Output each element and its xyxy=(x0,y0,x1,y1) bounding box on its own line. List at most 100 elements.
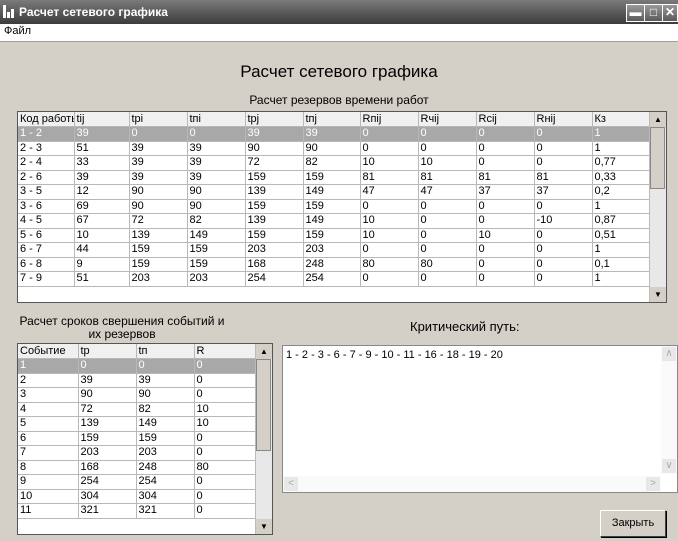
table-cell[interactable]: 0 xyxy=(187,126,246,142)
table-cell[interactable]: 0 xyxy=(194,474,257,490)
table-cell[interactable]: 82 xyxy=(187,213,246,229)
table-cell[interactable]: 1 xyxy=(592,199,651,214)
maximize-button[interactable]: □ xyxy=(644,4,663,22)
table-cell[interactable]: 90 xyxy=(187,199,246,214)
table-cell[interactable]: 44 xyxy=(74,242,130,258)
table-cell[interactable]: 81 xyxy=(534,170,593,185)
table-cell[interactable]: 69 xyxy=(74,199,130,214)
table-cell[interactable]: 149 xyxy=(303,184,361,200)
table-row[interactable]: 3 90 90 0 xyxy=(18,387,257,403)
table-cell[interactable]: 159 xyxy=(187,242,246,258)
table-row[interactable]: 3 - 6 69 90 90 159 159 0 0 0 0 1 xyxy=(18,199,651,214)
events-table[interactable]: Событие tp tп R 1 0 0 0 2 39 39 0 3 90 90 0 4 72 82 10 5 139 1… xyxy=(17,343,273,535)
scroll-right-icon[interactable]: > xyxy=(646,477,660,491)
table-cell[interactable]: 82 xyxy=(303,155,361,171)
table-row[interactable]: 2 - 4 33 39 39 72 82 10 10 0 0 0,77 xyxy=(18,155,651,171)
table-cell[interactable]: 0 xyxy=(534,199,593,214)
table-cell[interactable]: 0 xyxy=(534,126,593,142)
table-cell[interactable]: 203 xyxy=(187,271,246,287)
table-cell[interactable]: 304 xyxy=(136,489,195,504)
table-cell[interactable]: 39 xyxy=(78,373,137,388)
table-cell[interactable]: 159 xyxy=(245,199,304,214)
table-cell[interactable]: 0 xyxy=(418,141,477,156)
scroll-up-icon[interactable]: ▲ xyxy=(256,344,272,359)
table-cell[interactable]: 0,2 xyxy=(592,184,651,200)
column-header[interactable]: tпi xyxy=(187,112,246,127)
table-cell[interactable]: 9 xyxy=(18,474,79,490)
table-cell[interactable]: 10 xyxy=(360,155,419,171)
table-cell[interactable]: 80 xyxy=(418,257,477,272)
table-cell[interactable]: 39 xyxy=(187,155,246,171)
table-cell[interactable]: 248 xyxy=(136,460,195,475)
table-cell[interactable]: 2 - 6 xyxy=(18,170,75,185)
table-cell[interactable]: 0,77 xyxy=(592,155,651,171)
table-cell[interactable]: 6 - 8 xyxy=(18,257,75,272)
table-cell[interactable]: 0 xyxy=(360,271,419,287)
scroll-up-icon[interactable]: ▲ xyxy=(650,112,666,127)
table-cell[interactable]: 80 xyxy=(360,257,419,272)
table-row[interactable]: 6 - 7 44 159 159 203 203 0 0 0 0 1 xyxy=(18,242,651,258)
table-cell[interactable]: 139 xyxy=(78,416,137,432)
table-cell[interactable]: 1 xyxy=(592,242,651,258)
table-cell[interactable]: 248 xyxy=(303,257,361,272)
table-cell[interactable]: 254 xyxy=(136,474,195,490)
column-header[interactable]: Код работы xyxy=(18,112,75,127)
table-cell[interactable]: 47 xyxy=(418,184,477,200)
close-button[interactable]: Закрыть xyxy=(600,510,666,537)
column-header[interactable]: Rcij xyxy=(476,112,535,127)
table-row[interactable]: 4 72 82 10 xyxy=(18,402,257,417)
table-cell[interactable]: 0 xyxy=(476,271,535,287)
table-cell[interactable]: 4 xyxy=(18,402,79,417)
table-cell[interactable]: 0 xyxy=(534,228,593,243)
table-cell[interactable]: 0 xyxy=(136,358,195,374)
table-cell[interactable]: 90 xyxy=(129,184,188,200)
table-cell[interactable]: 203 xyxy=(136,445,195,461)
table-cell[interactable]: 2 - 3 xyxy=(18,141,75,156)
column-header[interactable]: Кз xyxy=(592,112,651,127)
table-cell[interactable]: 39 xyxy=(129,170,188,185)
table-cell[interactable]: 159 xyxy=(245,228,304,243)
table-cell[interactable]: 0 xyxy=(360,199,419,214)
table-cell[interactable]: 39 xyxy=(187,141,246,156)
table-row[interactable]: 6 - 8 9 159 159 168 248 80 80 0 0 0,1 xyxy=(18,257,651,272)
table-cell[interactable]: 37 xyxy=(534,184,593,200)
table-row[interactable]: 1 - 2 39 0 0 39 39 0 0 0 0 1 xyxy=(18,126,651,142)
table-cell[interactable]: 0,51 xyxy=(592,228,651,243)
table-cell[interactable]: 254 xyxy=(245,271,304,287)
table-cell[interactable]: 0 xyxy=(194,445,257,461)
column-header[interactable]: tпj xyxy=(303,112,361,127)
table-cell[interactable]: 39 xyxy=(74,126,130,142)
scroll-up-icon[interactable]: ∧ xyxy=(662,347,676,361)
table-row[interactable]: 6 159 159 0 xyxy=(18,431,257,446)
table-cell[interactable]: 47 xyxy=(360,184,419,200)
table-cell[interactable]: 159 xyxy=(303,199,361,214)
table-cell[interactable]: 203 xyxy=(303,242,361,258)
table-cell[interactable]: 0 xyxy=(194,358,257,374)
table-cell[interactable]: 159 xyxy=(245,170,304,185)
table-cell[interactable]: 90 xyxy=(245,141,304,156)
table-cell[interactable]: 10 xyxy=(360,228,419,243)
table-cell[interactable]: 139 xyxy=(129,228,188,243)
table-cell[interactable]: 90 xyxy=(187,184,246,200)
column-header[interactable]: tij xyxy=(74,112,130,127)
table-cell[interactable]: 0 xyxy=(476,126,535,142)
table-cell[interactable]: 39 xyxy=(129,155,188,171)
table-cell[interactable]: 12 xyxy=(74,184,130,200)
table-row[interactable]: 4 - 5 67 72 82 139 149 10 0 0 -10 0,87 xyxy=(18,213,651,229)
table-cell[interactable]: 37 xyxy=(476,184,535,200)
table-cell[interactable]: 82 xyxy=(136,402,195,417)
column-header[interactable]: tpj xyxy=(245,112,304,127)
table-cell[interactable]: 149 xyxy=(136,416,195,432)
table-cell[interactable]: 7 xyxy=(18,445,79,461)
table-cell[interactable]: 4 - 5 xyxy=(18,213,75,229)
table-cell[interactable]: 0 xyxy=(360,141,419,156)
table-cell[interactable]: 2 - 4 xyxy=(18,155,75,171)
table-cell[interactable]: 203 xyxy=(129,271,188,287)
table-cell[interactable]: 39 xyxy=(129,141,188,156)
table-cell[interactable]: 0 xyxy=(476,242,535,258)
column-header[interactable]: Событие xyxy=(18,344,79,359)
table-cell[interactable]: 10 xyxy=(194,416,257,432)
table-cell[interactable]: 90 xyxy=(136,387,195,403)
table-cell[interactable]: 67 xyxy=(74,213,130,229)
table-cell[interactable]: 6 - 7 xyxy=(18,242,75,258)
